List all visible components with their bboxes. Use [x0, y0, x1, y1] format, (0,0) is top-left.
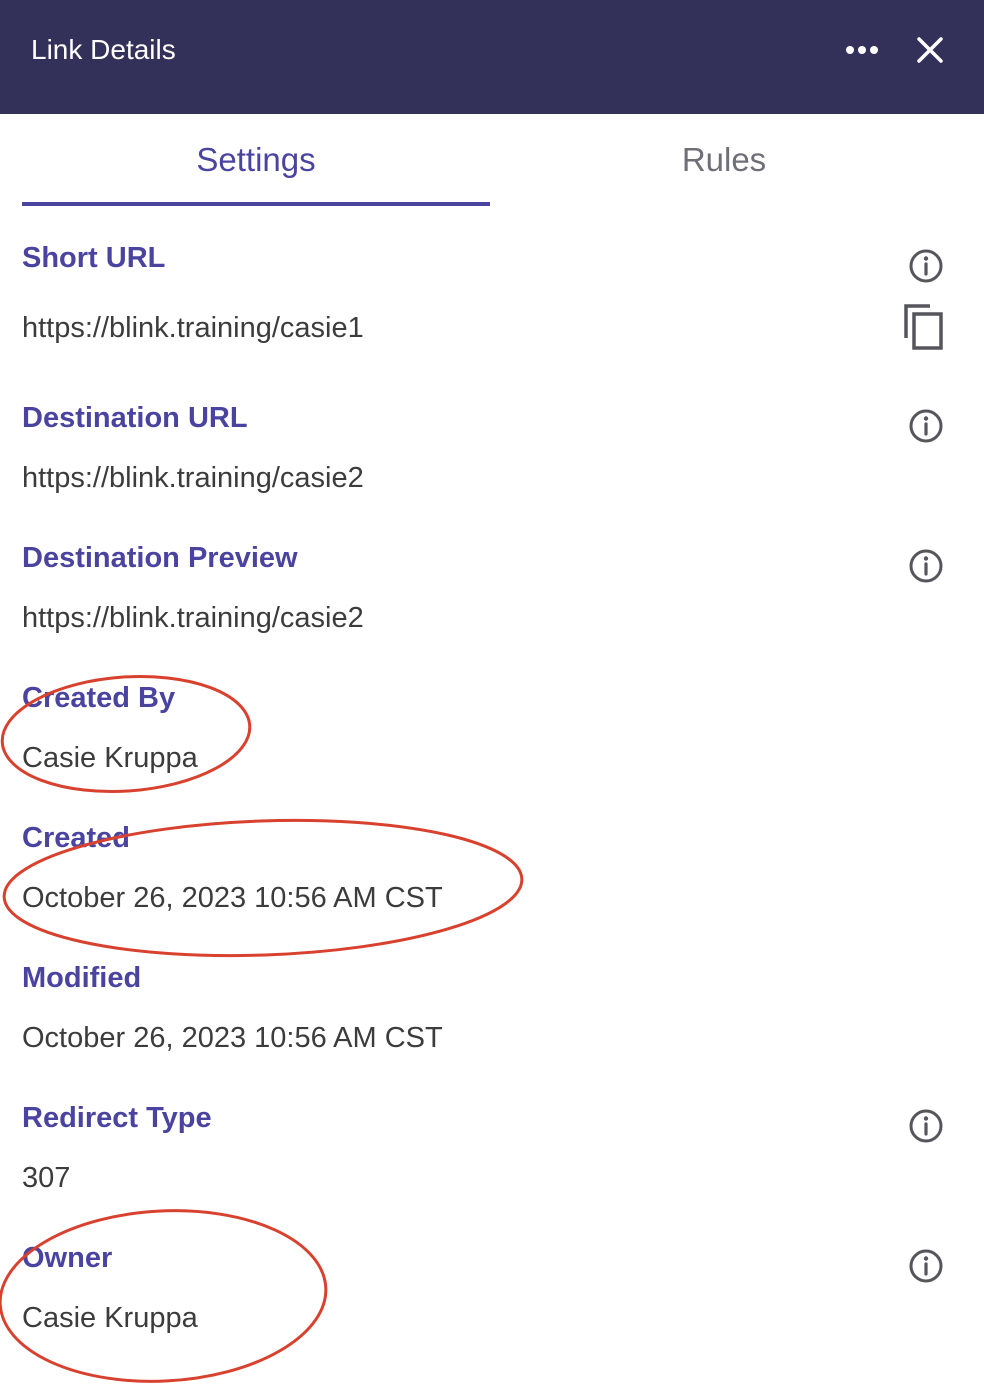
tab-rules[interactable]: Rules — [490, 136, 958, 184]
destination-preview-value: https://blink.training/casie2 — [22, 602, 364, 634]
created-value: October 26, 2023 10:56 AM CST — [22, 882, 443, 914]
created-by-label: Created By — [22, 682, 176, 714]
redirect-type-info-icon[interactable] — [906, 1106, 946, 1146]
owner-info-icon[interactable] — [906, 1246, 946, 1286]
redirect-type-label: Redirect Type — [22, 1102, 212, 1134]
panel-title: Link Details — [31, 34, 176, 65]
destination-url-info-icon[interactable] — [906, 406, 946, 446]
tab-settings[interactable]: Settings — [22, 136, 490, 184]
close-icon — [917, 37, 943, 63]
modified-label: Modified — [22, 962, 142, 994]
destination-url-value: https://blink.training/casie2 — [22, 462, 364, 494]
short-url-info-icon[interactable] — [906, 246, 946, 286]
active-tab-indicator — [22, 202, 490, 206]
destination-preview-label: Destination Preview — [22, 542, 298, 574]
destination-preview-info-icon[interactable] — [906, 546, 946, 586]
short-url-value: https://blink.training/casie1 — [22, 312, 364, 344]
more-horizontal-icon — [846, 46, 878, 54]
owner-annotation-circle — [0, 1209, 328, 1383]
destination-url-label: Destination URL — [22, 402, 248, 434]
owner-label: Owner — [22, 1242, 113, 1274]
copy-icon[interactable] — [900, 302, 948, 354]
created-label: Created — [22, 822, 130, 854]
header-bar: Link Details — [0, 0, 984, 114]
more-options-button[interactable] — [838, 30, 886, 70]
short-url-label: Short URL — [22, 242, 166, 274]
modified-value: October 26, 2023 10:56 AM CST — [22, 1022, 443, 1054]
redirect-type-value: 307 — [22, 1162, 71, 1194]
created-by-value: Casie Kruppa — [22, 742, 198, 774]
owner-value: Casie Kruppa — [22, 1302, 198, 1334]
close-button[interactable] — [906, 26, 954, 74]
